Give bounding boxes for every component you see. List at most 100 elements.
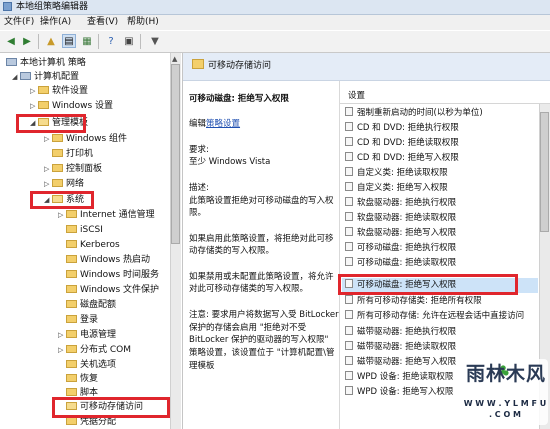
folder-icon	[66, 239, 77, 248]
list-item[interactable]: 可移动磁盘: 拒绝执行权限	[342, 241, 538, 256]
tree-item[interactable]: Windows 时间服务	[66, 269, 159, 282]
list-item[interactable]: 所有可移动存储: 允许在远程会话中直接访问	[342, 309, 538, 324]
edit-line: 编辑策略设置	[189, 119, 241, 130]
tree-item-computer-config[interactable]: ◢ 计算机配置	[12, 71, 79, 84]
edit-policy-link[interactable]: 策略设置	[206, 119, 240, 129]
policy-icon	[345, 107, 353, 116]
policy-icon	[345, 295, 353, 304]
menu-bar: 文件(F) 操作(A) 查看(V) 帮助(H)	[0, 15, 550, 30]
folder-icon	[66, 373, 77, 382]
watermark-title: 雨林木风	[466, 363, 547, 385]
policy-icon	[345, 167, 353, 176]
collapse-arrow-icon[interactable]: ▷	[58, 209, 63, 222]
collapse-arrow-icon[interactable]: ▷	[44, 163, 49, 176]
highlight-box-system	[30, 191, 94, 209]
back-arrow-icon[interactable]: ◀	[4, 34, 18, 48]
tree-item[interactable]: ▷ 网络	[44, 178, 84, 191]
list-item[interactable]: 磁带驱动器: 拒绝执行权限	[342, 325, 538, 340]
show-tree-icon[interactable]: ▤	[62, 34, 76, 48]
collapse-arrow-icon[interactable]: ▷	[58, 344, 63, 357]
folder-icon	[66, 284, 77, 293]
expand-arrow-icon[interactable]: ◢	[12, 71, 17, 84]
menu-help[interactable]: 帮助(H)	[127, 15, 159, 30]
list-item[interactable]: CD 和 DVD: 拒绝读取权限	[342, 136, 538, 151]
folder-icon	[66, 269, 77, 278]
requirements-label: 要求:	[189, 144, 209, 155]
toolbar-separator	[38, 34, 39, 49]
policy-icon	[345, 152, 353, 161]
tree-root[interactable]: 本地计算机 策略	[6, 57, 86, 70]
list-item[interactable]: 强制重新启动的时间(以秒为单位)	[342, 106, 538, 121]
tree-item[interactable]: 恢复	[66, 373, 98, 386]
folder-icon	[66, 359, 77, 368]
computer-policy-icon	[6, 57, 17, 66]
enabled-text: 如果启用此策略设置，将拒绝对此可移动存储类的写入权限。	[189, 233, 334, 257]
list-scrollbar-thumb[interactable]	[540, 112, 549, 232]
list-item[interactable]: CD 和 DVD: 拒绝执行权限	[342, 121, 538, 136]
list-item[interactable]: CD 和 DVD: 拒绝写入权限	[342, 151, 538, 166]
folder-icon	[52, 178, 63, 187]
list-item[interactable]: 磁带驱动器: 拒绝读取权限	[342, 340, 538, 355]
up-folder-icon[interactable]: ▲	[44, 34, 58, 48]
tree-item[interactable]: Kerberos	[66, 239, 120, 252]
tree-item[interactable]: Windows 热启动	[66, 254, 150, 267]
policy-icon	[345, 326, 353, 335]
folder-icon	[66, 254, 77, 263]
toolbar-separator	[140, 34, 141, 49]
menu-file[interactable]: 文件(F)	[4, 15, 34, 30]
policy-icon	[345, 371, 353, 380]
filter-icon[interactable]: ▼	[148, 34, 162, 48]
collapse-arrow-icon[interactable]: ▷	[44, 133, 49, 146]
collapse-arrow-icon[interactable]: ▷	[30, 85, 35, 98]
tree-item[interactable]: ▷ Windows 组件	[44, 133, 127, 146]
policy-description: 可移动磁盘: 拒绝写入权限 编辑策略设置 要求: 至少 Windows Vist…	[189, 93, 339, 385]
properties-icon[interactable]: ▣	[122, 34, 136, 48]
policy-icon	[345, 182, 353, 191]
help-icon[interactable]: ?	[104, 34, 118, 48]
tree-item[interactable]: 磁盘配额	[66, 299, 116, 312]
collapse-arrow-icon[interactable]: ▷	[30, 100, 35, 113]
tree-item[interactable]: 登录	[66, 314, 98, 327]
policy-icon	[345, 122, 353, 131]
export-list-icon[interactable]: ▦	[80, 34, 94, 48]
tree-item[interactable]: ▷ 软件设置	[30, 85, 88, 98]
computer-icon	[20, 71, 31, 80]
tree-item[interactable]: ▷ 控制面板	[44, 163, 102, 176]
tree-item[interactable]: 关机选项	[66, 359, 116, 372]
list-item[interactable]: 自定义类: 拒绝读取权限	[342, 166, 538, 181]
column-divider[interactable]	[339, 81, 340, 429]
tree-scrollbar-thumb[interactable]	[171, 64, 180, 244]
list-item[interactable]: 自定义类: 拒绝写入权限	[342, 181, 538, 196]
policy-icon	[345, 310, 353, 319]
folder-icon	[38, 85, 49, 94]
detail-header-title: 可移动存储访问	[208, 61, 272, 71]
settings-column-header[interactable]	[340, 88, 550, 104]
folder-icon	[66, 387, 77, 396]
menu-action[interactable]: 操作(A)	[40, 15, 71, 30]
list-item[interactable]: 软盘驱动器: 拒绝执行权限	[342, 196, 538, 211]
settings-header-label: 设置	[348, 91, 366, 101]
tree-item[interactable]: ▷ 电源管理	[58, 329, 116, 342]
list-item[interactable]: 软盘驱动器: 拒绝写入权限	[342, 226, 538, 241]
forward-arrow-icon[interactable]: ▶	[20, 34, 34, 48]
list-item[interactable]: 所有可移动存储类: 拒绝所有权限	[342, 294, 538, 309]
tree-item[interactable]: ▷ Internet 通信管理	[58, 209, 155, 222]
collapse-arrow-icon[interactable]: ▷	[44, 178, 49, 191]
tree-item[interactable]: ▷ 分布式 COM	[58, 344, 131, 357]
tree-item[interactable]: ▷ Windows 设置	[30, 100, 113, 113]
highlight-box-selected-policy	[338, 274, 518, 295]
folder-icon	[66, 209, 77, 218]
tree-item[interactable]: iSCSI	[66, 224, 103, 237]
policy-icon	[345, 341, 353, 350]
tree-item[interactable]: Windows 文件保护	[66, 284, 159, 297]
policy-icon	[345, 137, 353, 146]
list-item[interactable]: 软盘驱动器: 拒绝读取权限	[342, 211, 538, 226]
highlight-box-removable-storage	[52, 397, 170, 418]
policy-icon	[345, 386, 353, 395]
folder-icon	[66, 299, 77, 308]
menu-view[interactable]: 查看(V)	[87, 15, 118, 30]
collapse-arrow-icon[interactable]: ▷	[58, 329, 63, 342]
tree-item[interactable]: 打印机	[52, 148, 93, 161]
list-item[interactable]: 可移动磁盘: 拒绝读取权限	[342, 256, 538, 271]
scroll-up-arrow-icon[interactable]: ▲	[172, 55, 177, 63]
